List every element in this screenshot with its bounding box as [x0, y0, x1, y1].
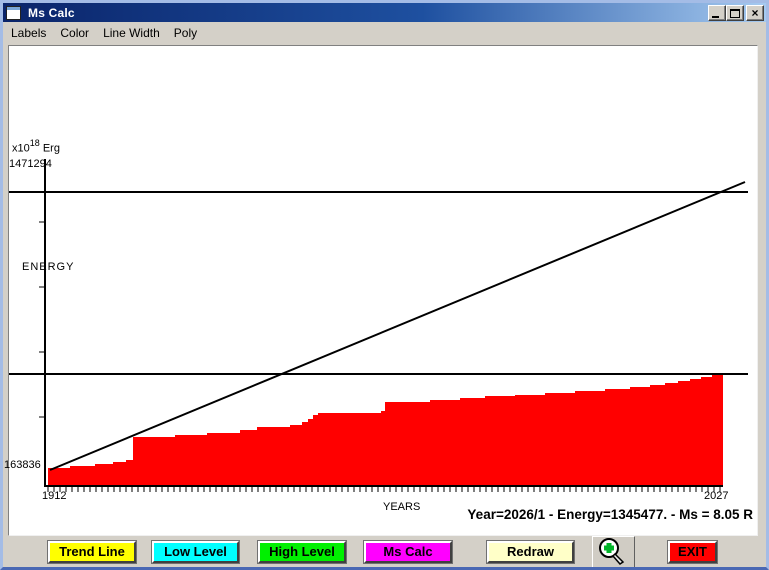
zoom-tool-button[interactable]	[592, 536, 635, 567]
x-axis-start-year: 1912	[42, 490, 67, 502]
exit-button[interactable]: EXIT	[667, 540, 718, 564]
window-controls: ×	[708, 5, 764, 21]
energy-chart-canvas[interactable]	[9, 46, 757, 535]
y-axis-unit-label: x1018 Erg	[12, 138, 60, 155]
redraw-button[interactable]: Redraw	[486, 540, 575, 564]
title-bar[interactable]: Ms Calc ×	[3, 3, 766, 22]
ms-calc-button[interactable]: Ms Calc	[363, 540, 453, 564]
minimize-button[interactable]	[708, 5, 726, 21]
y-axis-min-value: 163836	[4, 459, 41, 471]
x-axis-title: YEARS	[383, 501, 421, 513]
status-readout: Year=2026/1 - Energy=1345477. - Ms = 8.0…	[467, 507, 753, 522]
magnifier-plus-icon	[599, 538, 625, 565]
chart-area[interactable]: x1018 Erg 1471294 ENERGY 163836 1912 202…	[4, 45, 758, 536]
trend-line-button[interactable]: Trend Line	[47, 540, 137, 564]
app-icon	[6, 5, 21, 20]
menu-item-labels[interactable]: Labels	[6, 24, 51, 42]
high-level-button[interactable]: High Level	[257, 540, 347, 564]
menu-item-color[interactable]: Color	[55, 24, 94, 42]
window-title: Ms Calc	[28, 5, 75, 20]
y-axis-max-value: 1471294	[9, 158, 52, 170]
close-button[interactable]: ×	[746, 5, 764, 21]
low-level-button[interactable]: Low Level	[151, 540, 240, 564]
x-axis-end-year: 2027	[704, 490, 729, 502]
menu-item-line-width[interactable]: Line Width	[98, 24, 165, 42]
maximize-button[interactable]	[726, 5, 744, 21]
menu-bar: Labels Color Line Width Poly	[3, 22, 766, 43]
app-window: Ms Calc × Labels Color Line Width Poly x…	[0, 0, 769, 570]
menu-item-poly[interactable]: Poly	[169, 24, 202, 42]
y-axis-title: ENERGY	[22, 261, 75, 273]
